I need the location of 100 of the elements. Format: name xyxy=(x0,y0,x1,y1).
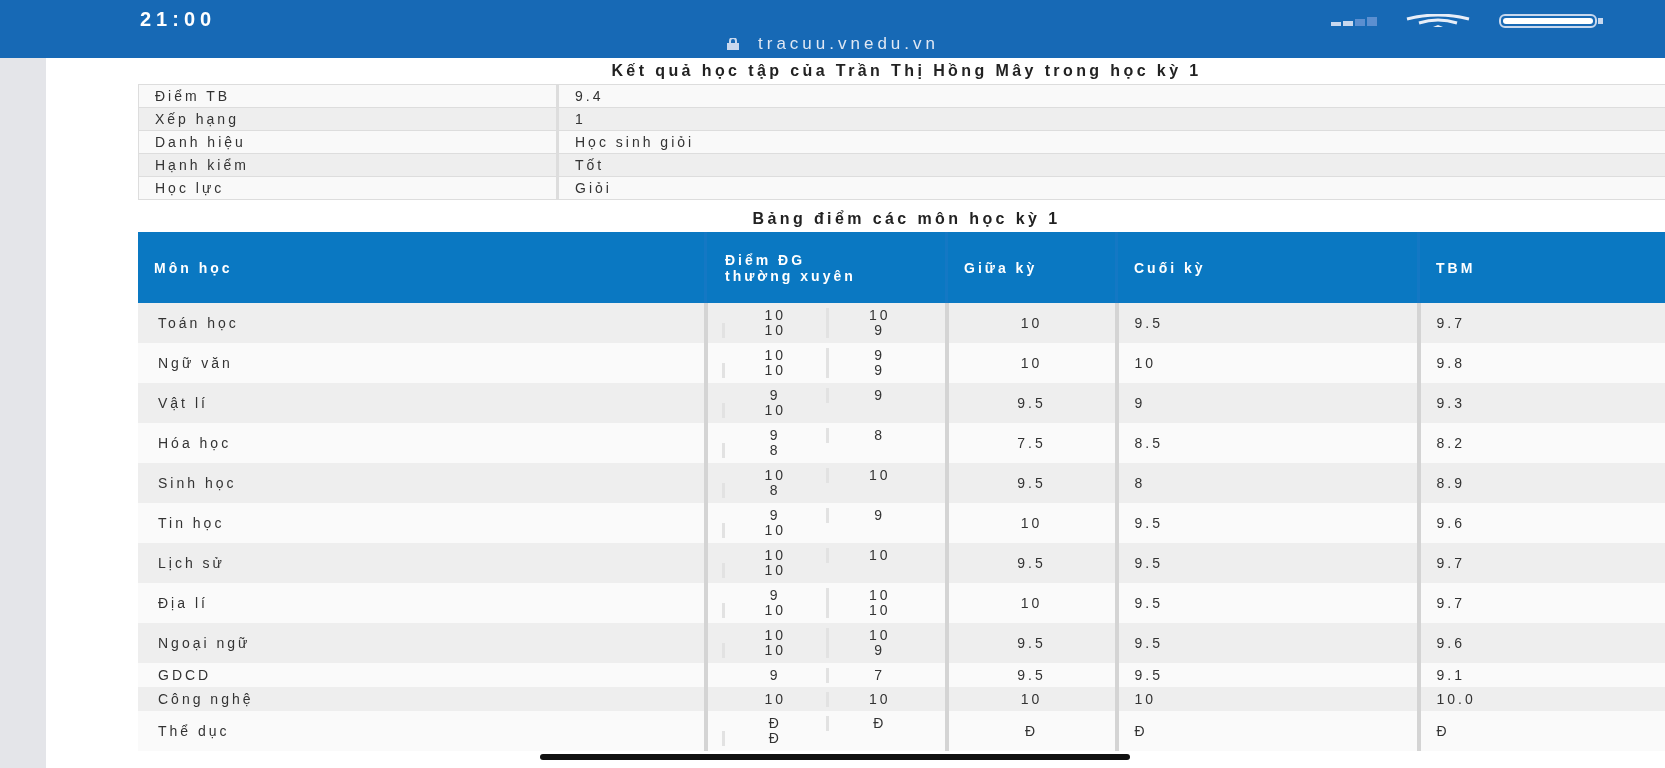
subject-cell: Ngoại ngữ xyxy=(138,623,706,663)
final-cell: 9.5 xyxy=(1116,623,1419,663)
final-cell: 10 xyxy=(1116,687,1419,711)
average-cell: 8.2 xyxy=(1418,423,1665,463)
average-cell: 9.3 xyxy=(1418,383,1665,423)
score-mark: 10 xyxy=(721,323,826,338)
score-mark: 10 xyxy=(826,691,931,707)
final-cell: 9.5 xyxy=(1116,543,1419,583)
midterm-cell: 7.5 xyxy=(946,423,1117,463)
wifi-icon xyxy=(1405,14,1471,28)
average-cell: 9.1 xyxy=(1418,663,1665,687)
column-header: TBM xyxy=(1418,232,1665,303)
subject-cell: Tin học xyxy=(138,503,706,543)
final-cell: 8.5 xyxy=(1116,423,1419,463)
column-header: Điểm ĐG thường xuyên xyxy=(705,232,947,303)
midterm-cell: 9.5 xyxy=(946,383,1117,423)
results-title: Kết quả học tập của Trần Thị Hồng Mây trong học kỳ 1 xyxy=(610,62,1203,80)
subject-cell: Toán học xyxy=(138,303,706,343)
score-mark: 10 xyxy=(826,628,931,643)
info-value: Học sinh giỏi xyxy=(557,130,1665,154)
average-cell: 10.0 xyxy=(1418,687,1665,711)
score-mark: 10 xyxy=(763,468,788,483)
info-label: Điểm TB xyxy=(138,84,558,108)
subject-cell: Vật lí xyxy=(138,383,706,423)
score-mark: 9 xyxy=(768,667,782,683)
score-mark: Đ xyxy=(767,716,783,731)
final-cell: 8 xyxy=(1116,463,1419,503)
battery-icon xyxy=(1499,14,1605,28)
subject-cell: Ngữ văn xyxy=(138,343,706,383)
average-cell: 9.6 xyxy=(1418,623,1665,663)
score-mark: 9 xyxy=(826,323,931,338)
midterm-cell: 10 xyxy=(946,303,1117,343)
score-mark: 9 xyxy=(768,428,782,443)
score-mark: 10 xyxy=(826,588,931,603)
final-cell: 9.5 xyxy=(1116,503,1419,543)
average-cell: 9.6 xyxy=(1418,503,1665,543)
score-mark: 10 xyxy=(721,523,826,538)
score-mark: 10 xyxy=(763,628,788,643)
midterm-cell: 9.5 xyxy=(946,543,1117,583)
score-mark: 9 xyxy=(768,508,782,523)
score-mark: 10 xyxy=(826,548,931,563)
column-header: Cuối kỳ xyxy=(1116,232,1419,303)
info-label: Học lực xyxy=(138,176,558,200)
score-mark: 10 xyxy=(826,308,931,323)
score-mark: 9 xyxy=(826,363,931,378)
score-mark: 9 xyxy=(826,508,931,523)
subject-cell: Sinh học xyxy=(138,463,706,503)
column-header: Môn học xyxy=(138,232,706,303)
score-mark: 10 xyxy=(721,563,826,578)
score-mark: 9 xyxy=(826,643,931,658)
score-mark: Đ xyxy=(826,716,931,731)
score-mark: 9 xyxy=(826,348,931,363)
midterm-cell: 10 xyxy=(946,343,1117,383)
midterm-cell: 9.5 xyxy=(946,463,1117,503)
clock-time: 21:00 xyxy=(140,8,217,31)
final-cell: Đ xyxy=(1116,711,1419,751)
signal-icon xyxy=(1331,16,1377,26)
column-header: Giữa kỳ xyxy=(946,232,1117,303)
score-mark: 9 xyxy=(768,388,782,403)
score-mark: 9 xyxy=(768,588,782,603)
info-value: Giỏi xyxy=(557,176,1665,200)
average-cell: 9.7 xyxy=(1418,303,1665,343)
final-cell: 10 xyxy=(1116,343,1419,383)
final-cell: 9.5 xyxy=(1116,303,1419,343)
lock-icon xyxy=(726,38,740,50)
score-mark: 9 xyxy=(826,388,931,403)
score-mark: 10 xyxy=(763,691,788,707)
score-mark: 8 xyxy=(826,428,931,443)
info-label: Danh hiệu xyxy=(138,130,558,154)
subject-cell: Hóa học xyxy=(138,423,706,463)
final-cell: 9 xyxy=(1116,383,1419,423)
average-cell: Đ xyxy=(1418,711,1665,751)
final-cell: 9.5 xyxy=(1116,583,1419,623)
subject-cell: Địa lí xyxy=(138,583,706,623)
score-mark: 10 xyxy=(721,363,826,378)
subject-cell: Lịch sử xyxy=(138,543,706,583)
score-mark: 10 xyxy=(763,548,788,563)
midterm-cell: 10 xyxy=(946,687,1117,711)
score-mark: 10 xyxy=(763,308,788,323)
score-mark: 10 xyxy=(826,468,931,483)
score-mark: 10 xyxy=(826,603,931,618)
info-label: Hạnh kiểm xyxy=(138,153,558,177)
info-value: Tốt xyxy=(557,153,1665,177)
score-mark: Đ xyxy=(721,731,826,746)
url-text[interactable]: tracuu.vnedu.vn xyxy=(758,34,939,54)
midterm-cell: 9.5 xyxy=(946,623,1117,663)
average-cell: 9.7 xyxy=(1418,583,1665,623)
final-cell: 9.5 xyxy=(1116,663,1419,687)
average-cell: 9.7 xyxy=(1418,543,1665,583)
subject-cell: GDCD xyxy=(138,663,706,687)
score-mark: 10 xyxy=(763,348,788,363)
score-mark: 10 xyxy=(721,403,826,418)
score-mark: 8 xyxy=(721,443,826,458)
info-value: 9.4 xyxy=(557,84,1665,108)
midterm-cell: 9.5 xyxy=(946,663,1117,687)
midterm-cell: 10 xyxy=(946,583,1117,623)
subject-cell: Công nghệ xyxy=(138,687,706,711)
score-mark: 10 xyxy=(721,643,826,658)
midterm-cell: Đ xyxy=(946,711,1117,751)
score-mark: 7 xyxy=(826,667,931,683)
